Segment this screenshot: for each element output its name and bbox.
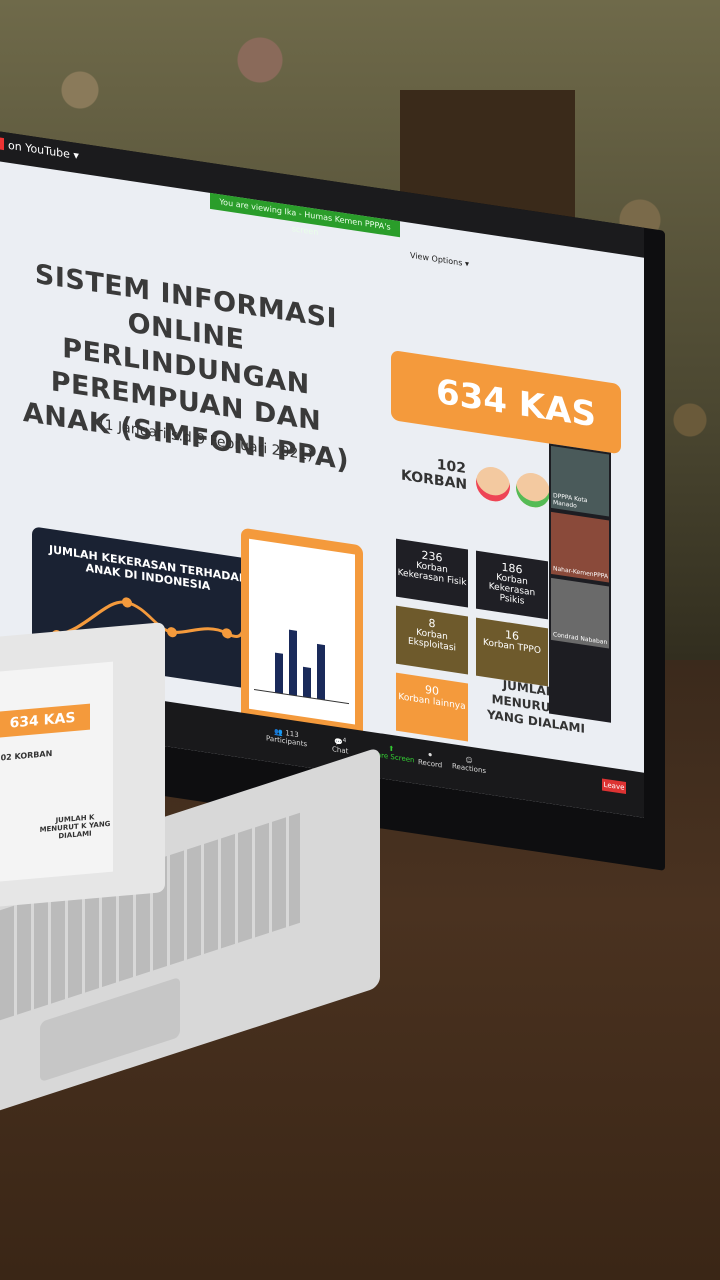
reactions-button[interactable]: ☺ Reactions <box>452 754 486 775</box>
participant-name: DPPPA Kota Manado <box>553 492 588 510</box>
live-indicator-icon <box>0 136 4 151</box>
laptop-total-cases: 634 KAS <box>0 703 90 738</box>
laptop-display: 634 KAS 102 KORBAN JUMLAH K MENURUT K YA… <box>0 661 113 882</box>
participant-tile[interactable]: Nahar-KemenPPPA <box>551 511 609 583</box>
trend-point <box>222 628 232 639</box>
laptop-victim-count: 102 KORBAN <box>0 748 53 763</box>
leave-button[interactable]: Leave <box>602 778 626 795</box>
bar-chart-area <box>249 538 355 725</box>
chat-button[interactable]: 💬4 Chat <box>332 736 348 756</box>
chat-badge: 4 <box>342 737 347 745</box>
victim-count: 102 KORBAN <box>401 451 467 494</box>
participant-gallery: DPPPA Kota Manado Nahar-KemenPPPA Condra… <box>549 443 611 723</box>
stat-box-other: 90 Korban lainnya <box>396 672 468 742</box>
crying-boy-icon <box>476 464 510 504</box>
trend-point <box>122 597 132 608</box>
participant-name: Nahar-KemenPPPA <box>553 565 609 581</box>
record-button[interactable]: ⏺ Record <box>418 749 442 770</box>
participant-tile[interactable]: DPPPA Kota Manado <box>551 445 609 517</box>
trend-point <box>167 627 177 638</box>
participant-tile[interactable]: Condrad Nababan <box>551 577 609 649</box>
laptop-lid: 634 KAS 102 KORBAN JUMLAH K MENURUT K YA… <box>0 622 165 910</box>
bar-chart-graphic <box>254 629 349 705</box>
youtube-live-label[interactable]: on YouTube ▾ <box>8 139 79 163</box>
stat-box-exploitation: 8 Korban Eksploitasi <box>396 605 468 675</box>
participants-button[interactable]: 👥 113 Participants <box>266 726 307 749</box>
stat-label: Korban Kekerasan Psikis <box>488 572 536 607</box>
bar-chart-tablet <box>241 527 363 746</box>
chat-label: Chat <box>332 745 349 756</box>
crying-girl-icon <box>516 470 550 510</box>
stat-label: Korban Eksploitasi <box>407 627 457 654</box>
stat-box-psychological: 186 Korban Kekerasan Psikis <box>476 550 548 620</box>
laptop-caption: JUMLAH K MENURUT K YANG DIALAMI <box>39 813 111 841</box>
stat-box-physical: 236 Korban Kekerasan Fisik <box>396 538 468 608</box>
slide-title: SISTEM INFORMASI ONLINE PERLINDUNGAN PER… <box>22 258 350 477</box>
total-cases-banner: 634 KAS <box>391 349 621 455</box>
participant-name: Condrad Nababan <box>553 631 608 647</box>
